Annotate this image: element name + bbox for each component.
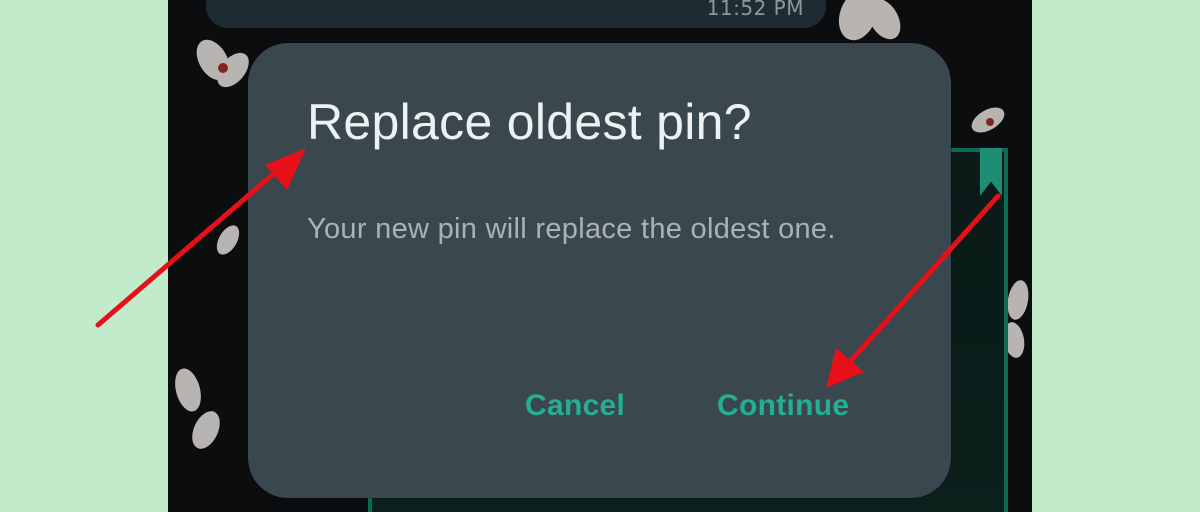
cancel-button[interactable]: Cancel — [521, 383, 629, 429]
message-timestamp: 11:52 PM — [706, 0, 804, 20]
dialog-message: Your new pin will replace the oldest one… — [307, 213, 836, 245]
chat-message-bubble[interactable]: 11:52 PM — [206, 0, 826, 28]
phone-screen: 11:52 PM Replace oldest pin? Your new pi… — [168, 0, 1032, 512]
replace-pin-dialog: Replace oldest pin? Your new pin will re… — [248, 43, 951, 498]
dialog-title: Replace oldest pin? — [307, 94, 752, 150]
continue-button[interactable]: Continue — [713, 383, 853, 429]
